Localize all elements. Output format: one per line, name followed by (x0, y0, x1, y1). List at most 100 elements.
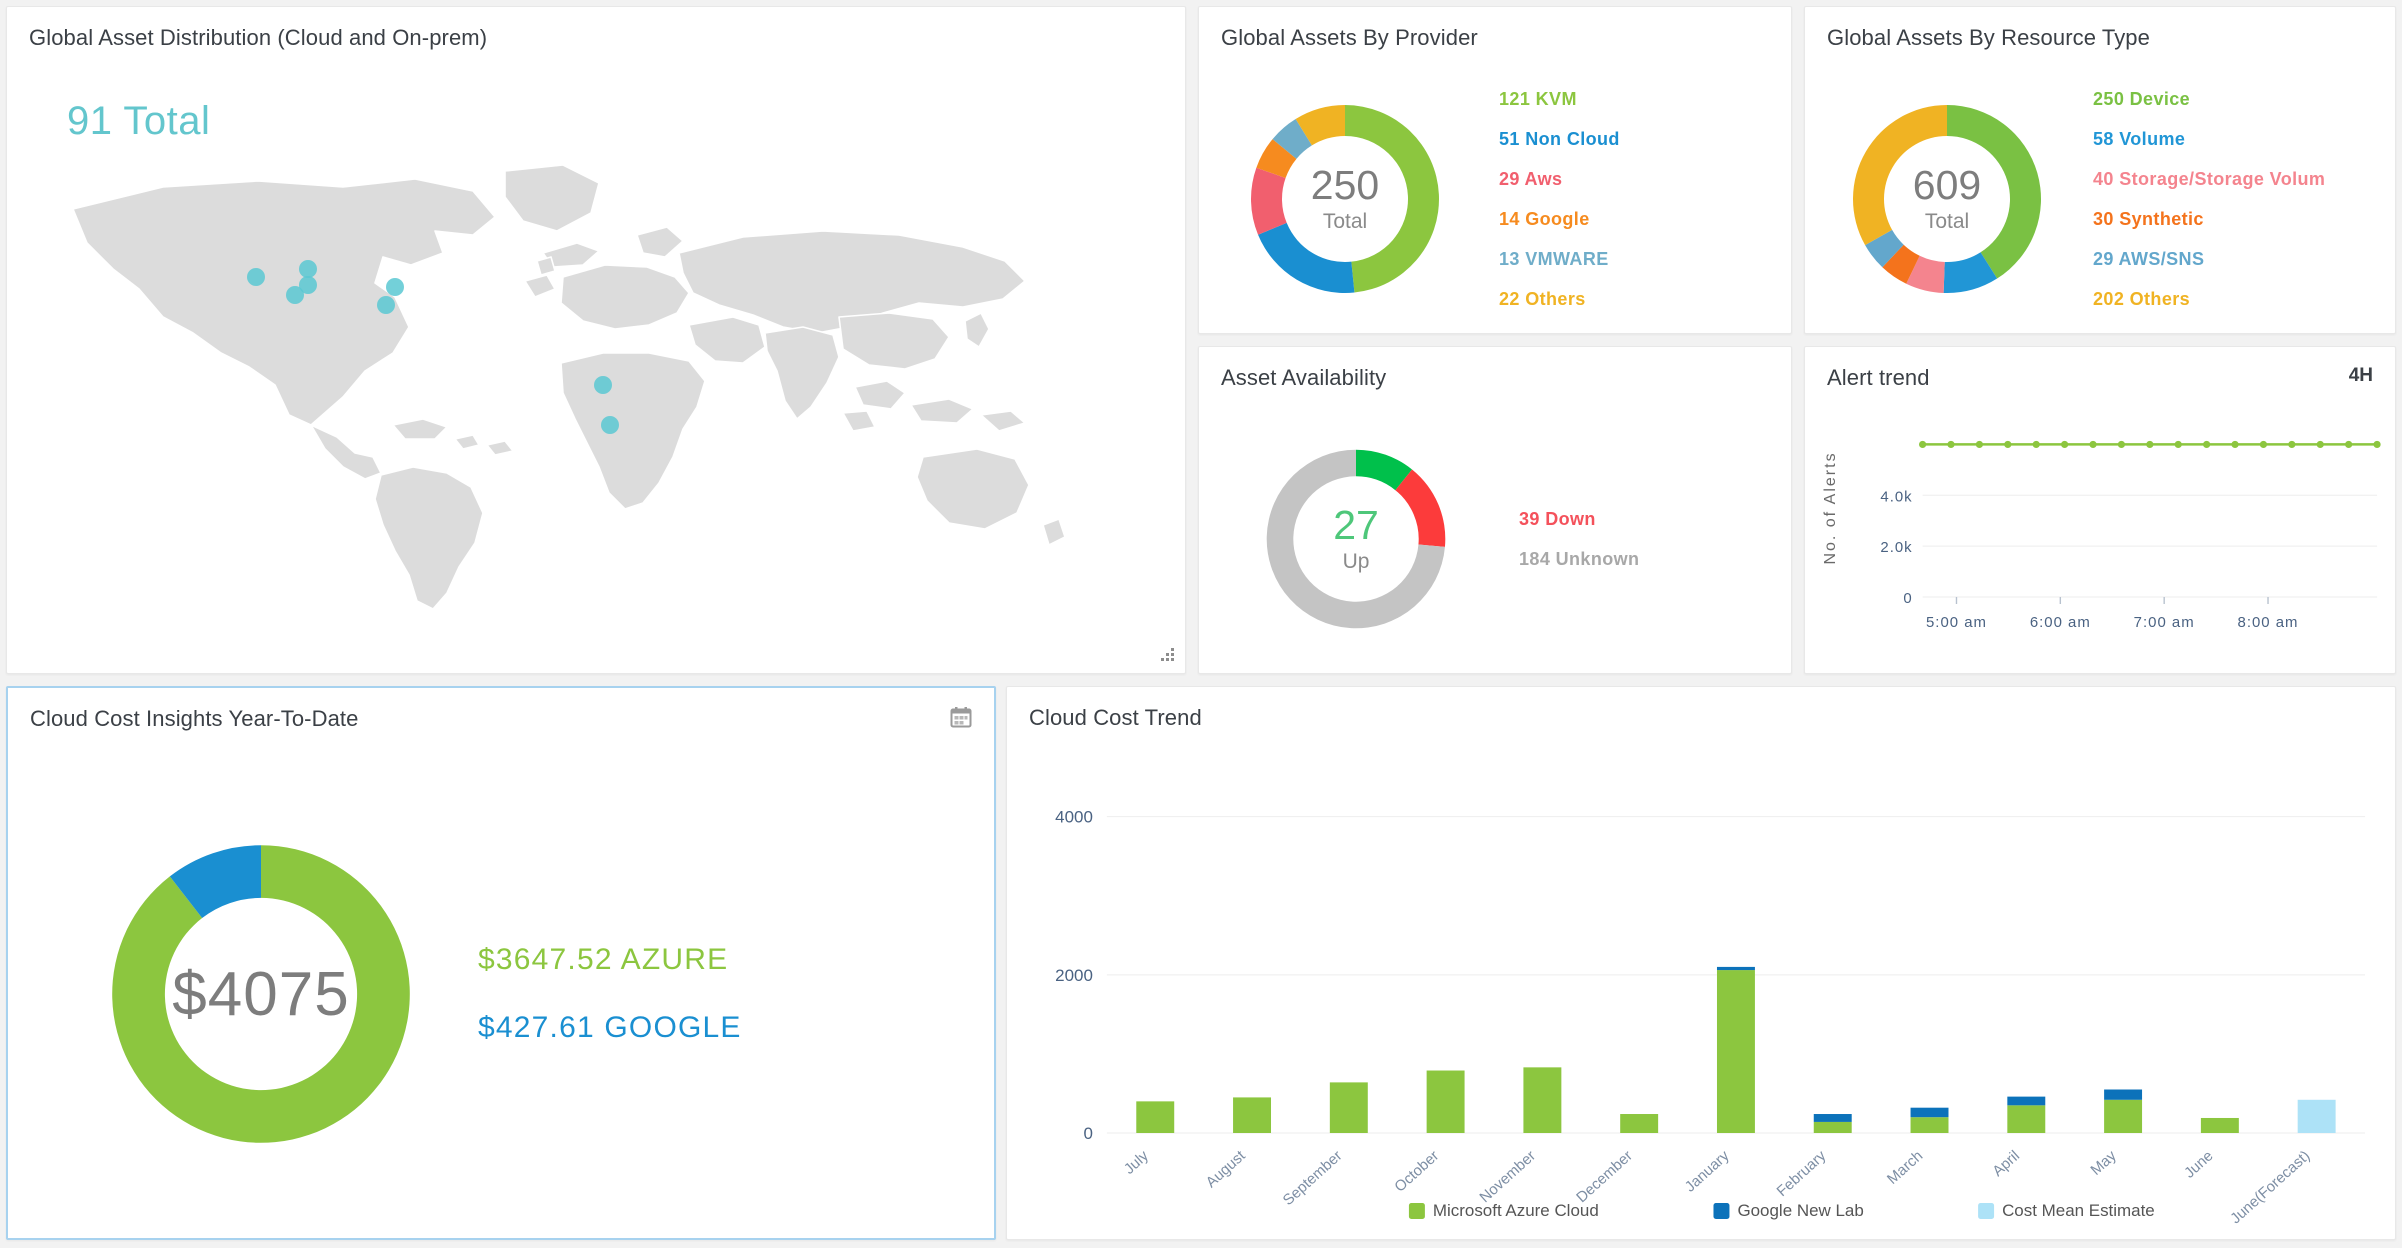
bar-segment[interactable] (1136, 1101, 1175, 1133)
map-marker[interactable] (601, 416, 619, 434)
provider-chart-body: 250 Total 121 KVM 51 Non Cloud 29 Aws 14 Go… (1199, 65, 1791, 333)
x-axis-tick-label: August (1203, 1147, 1250, 1191)
legend-item[interactable]: 14 Google (1499, 210, 1791, 228)
map-marker[interactable] (247, 268, 265, 286)
data-point[interactable] (1919, 440, 1927, 449)
legend-item[interactable]: 22 Others (1499, 290, 1791, 308)
donut-segment[interactable] (1258, 222, 1355, 293)
alert-range-label[interactable]: 4H (2349, 365, 2373, 387)
bar-segment[interactable] (1426, 1070, 1465, 1133)
bar-segment[interactable] (1233, 1097, 1272, 1133)
bar-segment[interactable] (2297, 1099, 2336, 1133)
legend-item[interactable]: 29 AWS/SNS (2093, 250, 2395, 268)
cost-chart-body: $4075 $3647.52 AZURE $427.61 GOOGLE (8, 750, 994, 1238)
legend-label[interactable]: Google New Lab (1737, 1201, 1863, 1220)
map-marker[interactable] (299, 260, 317, 278)
data-point[interactable] (2061, 440, 2069, 449)
restype-panel-title: Global Assets By Resource Type (1827, 25, 2150, 50)
x-axis-tick-label: March (1884, 1147, 1926, 1187)
map-marker[interactable] (386, 278, 404, 296)
data-point[interactable] (2288, 440, 2296, 449)
x-axis-tick-label: November (1476, 1147, 1539, 1206)
data-point[interactable] (2203, 440, 2211, 449)
legend-item[interactable]: 29 Aws (1499, 170, 1791, 188)
x-axis-tick-label: 7:00 am (2134, 614, 2195, 631)
donut-segment[interactable] (1947, 105, 2041, 279)
bar-segment[interactable] (1716, 970, 1755, 1133)
bar-segment[interactable] (1523, 1067, 1562, 1133)
donut-segment[interactable] (1395, 469, 1446, 547)
legend-item[interactable]: 30 Synthetic (2093, 210, 2395, 228)
y-axis-tick-label: 0 (1903, 590, 1912, 607)
map-marker[interactable] (377, 296, 395, 314)
assets-by-resource-type-panel: Global Assets By Resource Type 609 Total… (1804, 6, 2396, 334)
x-axis-tick-label: 6:00 am (2030, 614, 2091, 631)
cost-legend-item[interactable]: $3647.52 AZURE (478, 943, 742, 977)
bar-segment[interactable] (2007, 1105, 2046, 1133)
legend-item[interactable]: 39 Down (1519, 510, 1791, 528)
data-point[interactable] (2231, 440, 2239, 449)
bar-segment[interactable] (1813, 1114, 1852, 1122)
data-point[interactable] (2373, 440, 2381, 449)
cloud-cost-trend-panel: Cloud Cost Trend 0 2000 4000 July August Sept… (1006, 686, 2396, 1240)
legend-item[interactable]: 250 Device (2093, 90, 2395, 108)
bar-segment[interactable] (1620, 1114, 1659, 1133)
restype-chart-body: 609 Total 250 Device 58 Volume 40 Storage/… (1805, 65, 2395, 333)
data-point[interactable] (2032, 440, 2040, 449)
map-marker[interactable] (286, 286, 304, 304)
dashboard: Global Asset Distribution (Cloud and On-… (0, 0, 2402, 1248)
bar-segment[interactable] (2104, 1099, 2143, 1133)
legend-label[interactable]: Microsoft Azure Cloud (1433, 1201, 1599, 1220)
x-axis-tick-label: June (2181, 1147, 2216, 1181)
data-point[interactable] (2117, 440, 2126, 449)
bar-segment[interactable] (1910, 1107, 1949, 1118)
data-point[interactable] (2345, 440, 2353, 449)
world-map[interactable] (43, 157, 1153, 627)
cost-legend: $3647.52 AZURE $427.61 GOOGLE (478, 943, 742, 1045)
data-point[interactable] (2004, 440, 2012, 449)
legend-item[interactable]: 13 VMWARE (1499, 250, 1791, 268)
assets-by-provider-panel: Global Assets By Provider 250 Total 121 … (1198, 6, 1792, 334)
bar-segment[interactable] (1910, 1117, 1949, 1133)
bar-segment[interactable] (2007, 1096, 2046, 1106)
bar-segment[interactable] (2104, 1089, 2143, 1100)
x-axis-tick-label: October (1391, 1147, 1442, 1195)
restype-donut[interactable]: 609 Total (1847, 99, 2047, 299)
panel-resize-handle[interactable] (1158, 647, 1176, 665)
provider-donut[interactable]: 250 Total (1245, 99, 1445, 299)
legend-item[interactable]: 202 Others (2093, 290, 2395, 308)
donut-segment[interactable] (1345, 105, 1439, 293)
bar-segment[interactable] (1329, 1082, 1368, 1133)
bar-segment[interactable] (1716, 966, 1755, 971)
data-point[interactable] (2146, 440, 2154, 449)
x-axis-tick-label: June(Forecast) (2227, 1147, 2313, 1227)
cost-panel-header: Cloud Cost Insights Year-To-Date (30, 706, 972, 732)
bar-segment[interactable] (2200, 1117, 2239, 1133)
legend-item[interactable]: 51 Non Cloud (1499, 130, 1791, 148)
legend-item[interactable]: 40 Storage/Storage Volum (2093, 170, 2395, 188)
y-axis-tick-label: 2000 (1055, 966, 1093, 985)
map-marker[interactable] (594, 376, 612, 394)
cost-legend-item[interactable]: $427.61 GOOGLE (478, 1011, 742, 1045)
calendar-icon[interactable] (950, 706, 972, 728)
donut-segment[interactable] (1251, 167, 1287, 235)
alert-trend-chart[interactable]: 0 2.0k 4.0k No. of Alerts 5:00 am 6:00 am 7:00… (1805, 401, 2395, 673)
cloud-cost-trend-chart[interactable]: 0 2000 4000 July August September October Novem… (1007, 733, 2395, 1239)
bar-segment[interactable] (1813, 1121, 1852, 1133)
donut-segment[interactable] (1853, 105, 1947, 246)
y-axis-tick-label: 2.0k (1880, 539, 1912, 556)
cost-donut[interactable]: $4075 (106, 839, 416, 1149)
availability-donut[interactable]: 27 Up (1261, 444, 1451, 634)
legend-item[interactable]: 184 Unknown (1519, 550, 1791, 568)
legend-label[interactable]: Cost Mean Estimate (2002, 1201, 2155, 1220)
data-point[interactable] (2316, 440, 2324, 449)
data-point[interactable] (2259, 440, 2268, 449)
legend-item[interactable]: 58 Volume (2093, 130, 2395, 148)
legend-item[interactable]: 121 KVM (1499, 90, 1791, 108)
data-point[interactable] (1947, 440, 1955, 449)
data-point[interactable] (1975, 440, 1983, 449)
data-point[interactable] (2089, 440, 2097, 449)
availability-legend: 39 Down 184 Unknown (1451, 510, 1791, 568)
data-point[interactable] (2174, 440, 2182, 449)
legend-swatch (1408, 1203, 1425, 1219)
